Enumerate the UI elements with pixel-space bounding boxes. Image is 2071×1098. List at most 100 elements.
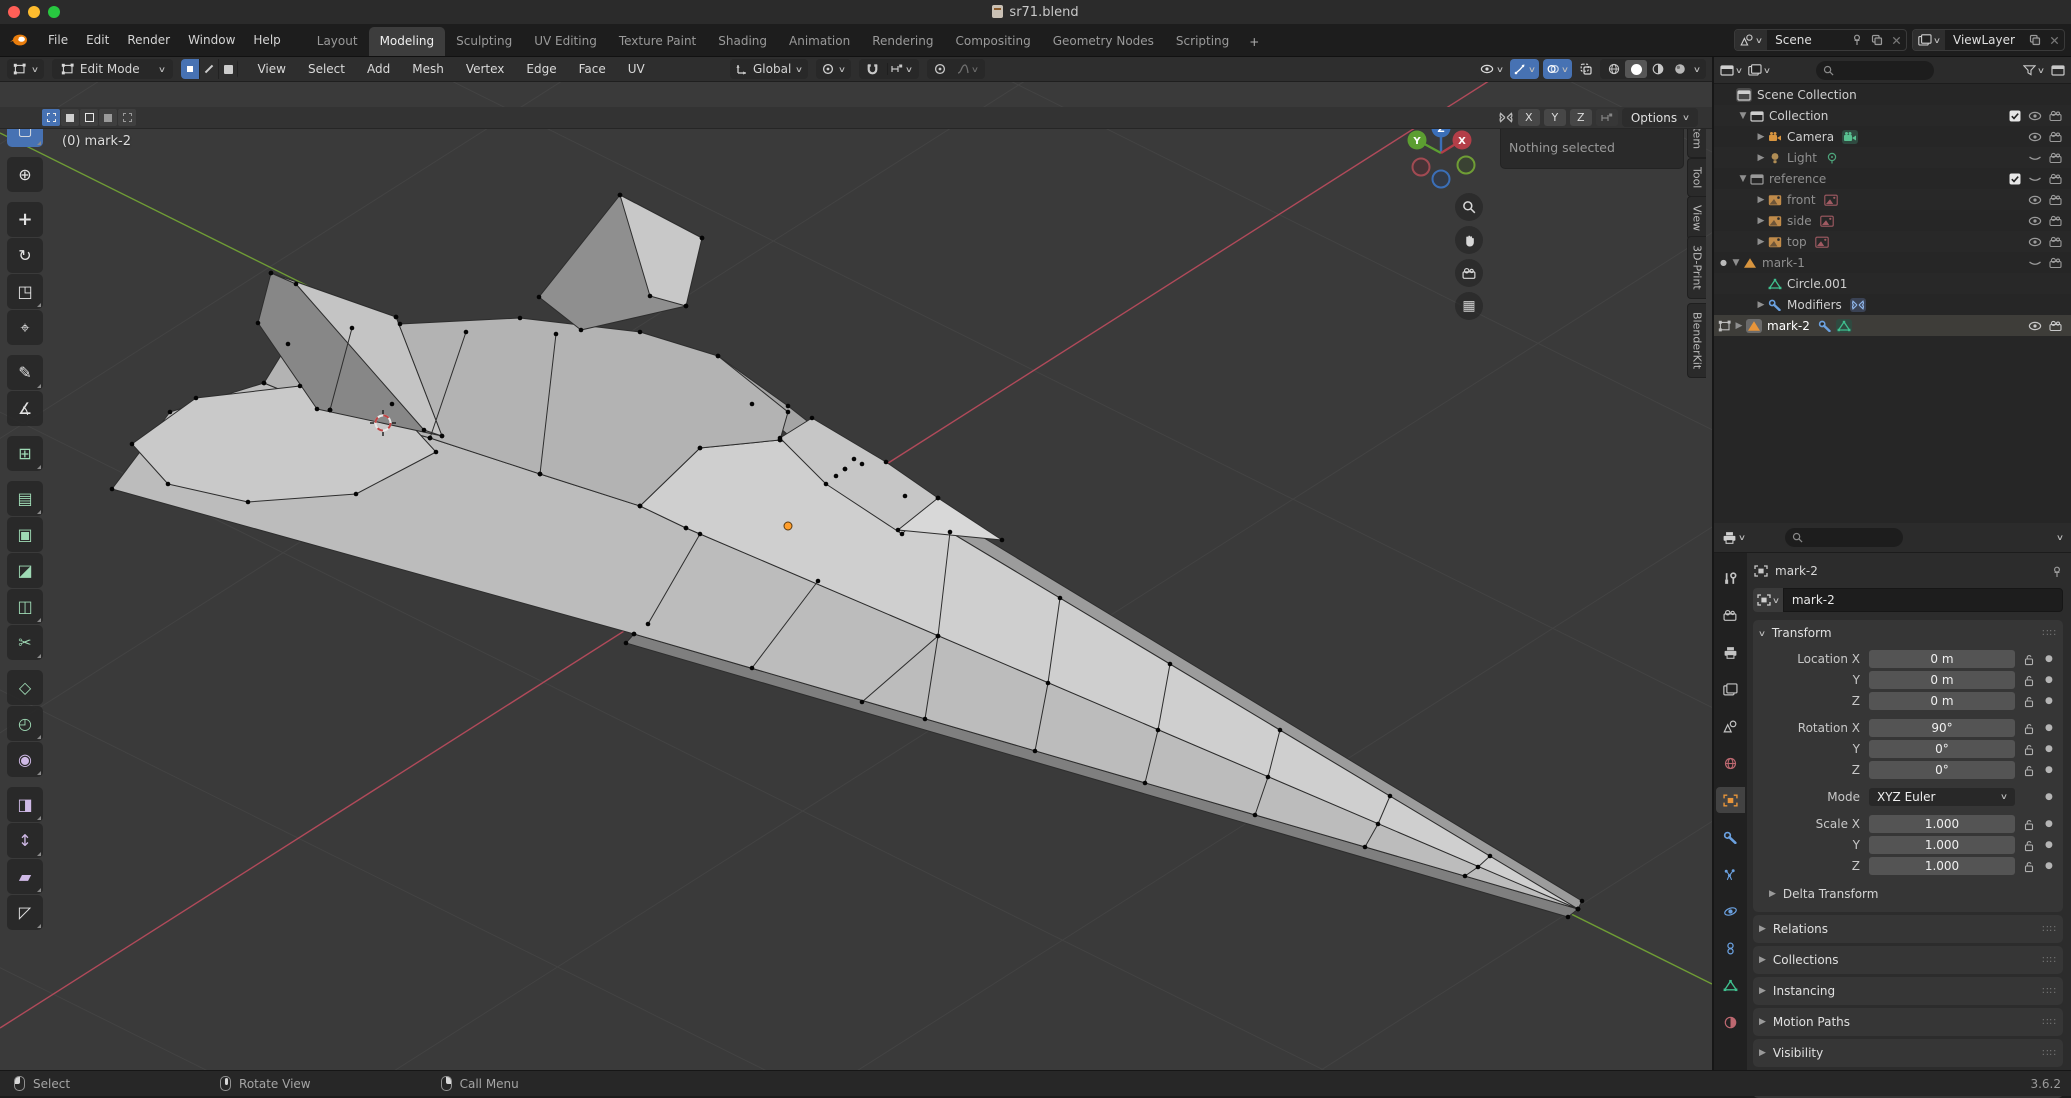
sidebar-tab-blenderkit[interactable]: BlenderKit	[1687, 303, 1706, 378]
outliner-row-modifiers[interactable]: ▶ Modifiers	[1714, 294, 2071, 315]
new-view-layer-button[interactable]	[2025, 34, 2045, 46]
view-layer-name[interactable]: ViewLayer	[1945, 33, 2025, 47]
pivot-point-dropdown[interactable]: ∨	[816, 59, 851, 79]
tool-bevel[interactable]: ◪	[7, 553, 43, 588]
menu-vertex[interactable]: Vertex	[455, 59, 516, 79]
hide-eye-icon[interactable]	[2028, 236, 2042, 248]
collections-panel[interactable]: ▶ Collections∷∷	[1753, 946, 2063, 974]
tool-measure[interactable]: ∡	[7, 391, 43, 426]
tab-physics-properties[interactable]	[1716, 898, 1745, 924]
hide-eye-icon[interactable]	[2028, 320, 2042, 332]
hide-eye-icon[interactable]	[2028, 110, 2042, 122]
snap-toggle[interactable]	[863, 63, 882, 76]
tool-edge-slide[interactable]: ◨	[7, 787, 43, 822]
motion-paths-panel[interactable]: ▶ Motion Paths∷∷	[1753, 1008, 2063, 1036]
render-camera-icon[interactable]	[2049, 257, 2063, 269]
scale-z-field[interactable]: 1.000	[1869, 857, 2015, 875]
view-layer-browse-button[interactable]: ∨	[1913, 30, 1945, 50]
tab-texture-paint[interactable]: Texture Paint	[608, 27, 707, 56]
properties-search-input[interactable]	[1785, 528, 1903, 547]
menu-edit[interactable]: Edit	[77, 29, 118, 51]
show-gizmo-toggle[interactable]: ∨	[1510, 59, 1539, 79]
delta-transform-subpanel[interactable]: ▶ Delta Transform	[1759, 884, 2057, 904]
tab-scripting[interactable]: Scripting	[1165, 27, 1240, 56]
sr71-mesh[interactable]	[112, 195, 1582, 917]
mirror-x-button[interactable]: X	[1518, 109, 1540, 126]
tab-sculpting[interactable]: Sculpting	[445, 27, 523, 56]
menu-view[interactable]: View	[246, 59, 296, 79]
outliner-row-circle-001[interactable]: Circle.001	[1714, 273, 2071, 294]
tool-add-cube[interactable]: ⊞	[7, 436, 43, 471]
shading-rendered-button[interactable]	[1669, 60, 1691, 78]
new-scene-button[interactable]	[1867, 34, 1887, 46]
editor-type-button[interactable]: ∨	[7, 59, 44, 79]
menu-render[interactable]: Render	[118, 29, 179, 51]
scale-y-field[interactable]: 1.000	[1869, 836, 2015, 854]
render-camera-icon[interactable]	[2049, 194, 2063, 206]
lock-icon[interactable]	[2023, 859, 2035, 873]
tab-material-properties[interactable]	[1716, 1009, 1745, 1035]
tab-layout[interactable]: Layout	[306, 27, 369, 56]
tab-constraint-properties[interactable]	[1716, 935, 1745, 961]
tab-world-properties[interactable]	[1716, 750, 1745, 776]
menu-window[interactable]: Window	[179, 29, 244, 51]
mode-dropdown[interactable]: Edit Mode ∨	[52, 59, 174, 79]
outliner-search-input[interactable]	[1816, 61, 1934, 80]
zoom-button[interactable]	[1455, 193, 1483, 221]
render-camera-icon[interactable]	[2049, 215, 2063, 227]
outliner-display-mode-dropdown[interactable]: ∨	[1720, 64, 1742, 76]
tab-compositing[interactable]: Compositing	[944, 27, 1041, 56]
lock-icon[interactable]	[2023, 763, 2035, 777]
outliner-row-scene-collection[interactable]: Scene Collection	[1714, 84, 2071, 105]
scale-x-field[interactable]: 1.000	[1869, 815, 2015, 833]
sidebar-tab-3d-print[interactable]: 3D-Print	[1687, 236, 1706, 299]
tool-spin[interactable]: ◴	[7, 706, 43, 741]
panel-grip-icon[interactable]: ∷∷	[2042, 628, 2057, 639]
rotation-z-field[interactable]: 0°	[1869, 761, 2015, 779]
tool-shrink-fatten[interactable]: ↕	[7, 823, 43, 858]
pin-id-icon[interactable]	[2051, 564, 2063, 578]
scene-browse-button[interactable]: ∨	[1735, 30, 1767, 50]
hide-eye-icon[interactable]	[2028, 194, 2042, 206]
tool-transform[interactable]: ⌖	[7, 310, 43, 345]
animate-dot[interactable]: ●	[2045, 723, 2053, 733]
menu-mesh[interactable]: Mesh	[401, 59, 455, 79]
animate-dot[interactable]: ●	[2045, 675, 2053, 685]
render-camera-icon[interactable]	[2049, 320, 2063, 332]
sidebar-tab-view[interactable]: View	[1687, 196, 1706, 240]
tab-modifier-properties[interactable]	[1716, 824, 1745, 850]
viewport-3d-scene[interactable]	[0, 82, 1712, 1070]
menu-select[interactable]: Select	[297, 59, 356, 79]
tab-render-properties[interactable]	[1716, 602, 1745, 628]
animate-dot[interactable]: ●	[2045, 861, 2053, 871]
outliner-row-light[interactable]: ▶ Light	[1714, 147, 2071, 168]
pan-button[interactable]	[1455, 226, 1483, 254]
camera-view-button[interactable]	[1455, 259, 1483, 287]
exclude-checkbox[interactable]	[2009, 110, 2021, 122]
select-intersect-button[interactable]	[118, 109, 136, 126]
shading-material-button[interactable]	[1647, 60, 1669, 78]
lock-icon[interactable]	[2023, 817, 2035, 831]
hide-eye-closed-icon[interactable]	[2028, 152, 2042, 164]
face-select-button[interactable]	[219, 59, 238, 79]
tab-object-data-properties[interactable]	[1716, 972, 1745, 998]
location-x-field[interactable]: 0 m	[1869, 650, 2015, 668]
pin-icon[interactable]	[1847, 34, 1867, 46]
animate-dot[interactable]: ●	[2045, 765, 2053, 775]
delete-scene-button[interactable]	[1887, 35, 1906, 46]
tab-shading[interactable]: Shading	[707, 27, 778, 56]
shading-solid-button[interactable]	[1625, 60, 1647, 78]
select-extend-button[interactable]	[61, 109, 79, 126]
outliner-row-collection[interactable]: ▼ Collection	[1714, 105, 2071, 126]
tab-tool-properties[interactable]	[1716, 565, 1745, 591]
tab-modeling[interactable]: Modeling	[369, 27, 446, 56]
blender-logo-icon[interactable]	[9, 33, 29, 47]
collapse-chevron-icon[interactable]: ∨	[1758, 629, 1766, 638]
tab-object-properties[interactable]	[1716, 787, 1745, 813]
filter-icon[interactable]: ∨	[2023, 64, 2044, 76]
hide-eye-closed-icon[interactable]	[2028, 173, 2042, 185]
outliner-row-mark-2[interactable]: ▶ mark-2	[1714, 315, 2071, 336]
orthographic-toggle-button[interactable]: ▦	[1455, 292, 1483, 320]
tool-knife[interactable]: ✂	[7, 625, 43, 660]
tab-scene-properties[interactable]	[1716, 713, 1745, 739]
